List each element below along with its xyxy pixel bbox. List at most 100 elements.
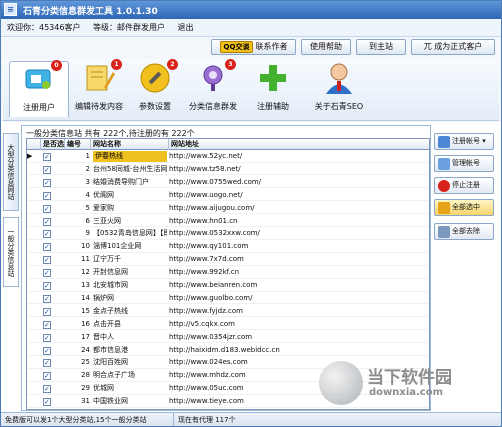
step-badge: 1 bbox=[111, 59, 122, 70]
status-free-limit: 免费版可以发1个大型分类站,15个一般分类站 bbox=[5, 416, 147, 424]
deselect-all-icon bbox=[438, 226, 450, 238]
row-site-url: http://www.uogo.net/ bbox=[169, 190, 243, 199]
table-row[interactable]: 12开封信息网 http://www.992kf.cn bbox=[27, 267, 429, 279]
row-checkbox[interactable] bbox=[43, 359, 51, 368]
row-checkbox[interactable] bbox=[43, 178, 51, 187]
table-row[interactable]: 4优阁网 http://www.uogo.net/ bbox=[27, 190, 429, 202]
tool-about[interactable]: 关于石青SEO bbox=[309, 61, 369, 117]
watermark-logo-icon bbox=[319, 361, 363, 405]
contact-author-label: 联系作者 bbox=[255, 42, 288, 51]
row-site-name: 三亚火网 bbox=[93, 216, 121, 225]
row-checkbox[interactable] bbox=[43, 346, 51, 355]
table-row[interactable]: 13北安城市网 http://www.beianren.com bbox=[27, 280, 429, 292]
row-checkbox[interactable] bbox=[43, 398, 51, 407]
main-site-button[interactable]: 到主站 bbox=[356, 39, 406, 55]
tool-register-user[interactable]: 0 注册用户 bbox=[9, 60, 69, 117]
header-selected[interactable]: 是否选中 bbox=[41, 139, 65, 159]
row-checkbox[interactable] bbox=[43, 204, 51, 213]
deselect-all-button[interactable]: 全部去除 bbox=[434, 223, 494, 240]
row-site-name: 锅炉网 bbox=[93, 293, 114, 302]
tool-label: 参数设置 bbox=[139, 102, 171, 111]
row-checkbox[interactable] bbox=[43, 320, 51, 329]
row-number: 25 bbox=[81, 358, 90, 367]
row-number: 14 bbox=[81, 293, 90, 302]
step-badge: 3 bbox=[225, 59, 236, 70]
table-row[interactable]: 6三亚火网 http://www.hn01.cn bbox=[27, 216, 429, 227]
watermark-text: 当下软件园 bbox=[367, 368, 452, 388]
qq-chat-button[interactable]: QQ交谈 联系作者 bbox=[211, 39, 296, 55]
row-checkbox[interactable] bbox=[43, 307, 51, 316]
row-checkbox[interactable] bbox=[43, 294, 51, 303]
tool-broadcast[interactable]: 3 分类信息群发 bbox=[183, 59, 243, 117]
step-badge: 2 bbox=[167, 59, 178, 70]
tool-label: 关于石青SEO bbox=[314, 102, 364, 111]
grid-header: 是否选中 编号 网站名称 网站地址 bbox=[27, 139, 429, 159]
tool-edit-content[interactable]: 1 编辑待发内容 bbox=[69, 59, 129, 117]
tool-settings[interactable]: 2 参数设置 bbox=[125, 59, 185, 117]
row-number: 31 bbox=[81, 397, 90, 406]
table-row[interactable]: 2台州58同城-台州生活网，台州费全http://www.tz58.net/ bbox=[27, 164, 429, 176]
tool-register-helper[interactable]: 注册辅助 bbox=[243, 61, 303, 117]
row-number: 1 bbox=[85, 152, 90, 160]
row-number: 16 bbox=[81, 319, 90, 328]
qq-icon: QQ交谈 bbox=[219, 41, 254, 53]
row-checkbox[interactable] bbox=[43, 153, 51, 161]
table-row[interactable]: 17晋中人 http://www.0354jzr.com bbox=[27, 332, 429, 344]
row-number: 9 bbox=[85, 229, 90, 238]
stop-register-button[interactable]: 停止注册 bbox=[434, 177, 494, 194]
row-site-url: http://www.05uc.com bbox=[169, 384, 244, 393]
row-checkbox[interactable] bbox=[43, 333, 51, 342]
header-site-url[interactable]: 网站地址 bbox=[169, 139, 429, 150]
manage-icon bbox=[438, 158, 450, 170]
row-marker bbox=[27, 332, 33, 343]
table-row[interactable]: 24都市信息港 http://haixidm.d183.webidcc.cn bbox=[27, 345, 429, 356]
table-row[interactable]: 14锅炉网 http://www.guolbo.com/ bbox=[27, 293, 429, 305]
table-row[interactable]: 16点击开县 http://v5.cqkx.com bbox=[27, 319, 429, 331]
upgrade-button[interactable]: 兀 成为正式客户 bbox=[411, 39, 495, 55]
row-checkbox[interactable] bbox=[43, 282, 51, 290]
row-checkbox[interactable] bbox=[43, 165, 51, 174]
row-number: 29 bbox=[81, 384, 90, 393]
tab-general-sites[interactable]: 一般分类信息站 bbox=[3, 217, 19, 287]
system-menu-icon[interactable]: ≡ bbox=[4, 3, 17, 16]
table-row[interactable]: 11辽宁万千 http://www.7x7d.com bbox=[27, 254, 429, 266]
user-info-bar: 欢迎你：45346客户 等级：邮件群发用户 退出 bbox=[1, 19, 501, 37]
table-row[interactable]: 9【0532青岛信息网】【即墨便民网】http://www.0532xxw.co… bbox=[27, 228, 429, 240]
header-site-name[interactable]: 网站名称 bbox=[91, 139, 169, 150]
row-marker bbox=[27, 280, 33, 291]
logout-link[interactable]: 退出 bbox=[178, 23, 194, 32]
row-checkbox[interactable] bbox=[43, 230, 51, 239]
button-label: 管理帐号 bbox=[452, 159, 480, 167]
row-checkbox[interactable] bbox=[43, 191, 51, 200]
manage-account-button[interactable]: 管理帐号 bbox=[434, 155, 494, 172]
header-number[interactable]: 编号 bbox=[65, 139, 91, 150]
row-site-name: 金点子热线 bbox=[93, 306, 128, 315]
row-marker bbox=[27, 306, 33, 317]
row-checkbox[interactable] bbox=[43, 385, 51, 394]
status-proxy-count: 现在有代理 117个 bbox=[173, 413, 236, 426]
help-button[interactable]: 使用帮助 bbox=[301, 39, 351, 55]
table-row[interactable]: ▶ 1伊春热线http://www.52yc.net/ bbox=[27, 151, 429, 163]
table-row[interactable]: 5爱家购 http://www.aijugou.com/ bbox=[27, 203, 429, 215]
row-site-url: http://www.52yc.net/ bbox=[169, 152, 243, 160]
row-marker bbox=[27, 357, 33, 368]
row-checkbox[interactable] bbox=[43, 217, 51, 226]
row-checkbox[interactable] bbox=[43, 372, 51, 381]
table-row[interactable]: 3结婚消费导购门户 http://www.0755wed.com/ bbox=[27, 177, 429, 189]
watermark: 当下软件园 downxia.com bbox=[319, 361, 501, 411]
title-bar: ≡ 石青分类信息群发工具 1.0.1.30 bbox=[1, 1, 501, 19]
register-account-button[interactable]: 注册帐号 ▾ bbox=[434, 133, 494, 150]
settings-icon: 2 bbox=[138, 59, 178, 95]
select-all-button[interactable]: 全部选中 bbox=[434, 199, 494, 216]
tab-large-sites[interactable]: 大型分类信息网站 bbox=[3, 133, 19, 211]
row-site-name: 开封信息网 bbox=[93, 268, 128, 277]
row-site-name: 【0532青岛信息网】【即墨便民网】 bbox=[93, 229, 167, 238]
table-row[interactable]: 10淄博101企业网 http://www.qy101.com bbox=[27, 241, 429, 253]
row-checkbox[interactable] bbox=[43, 243, 51, 252]
row-checkbox[interactable] bbox=[43, 269, 51, 278]
row-marker bbox=[27, 164, 33, 175]
table-row[interactable]: 15金点子热线 http://www.fyjdz.com bbox=[27, 306, 429, 318]
tool-label: 编辑待发内容 bbox=[75, 102, 123, 111]
row-checkbox[interactable] bbox=[43, 256, 51, 265]
stop-icon bbox=[438, 180, 450, 192]
